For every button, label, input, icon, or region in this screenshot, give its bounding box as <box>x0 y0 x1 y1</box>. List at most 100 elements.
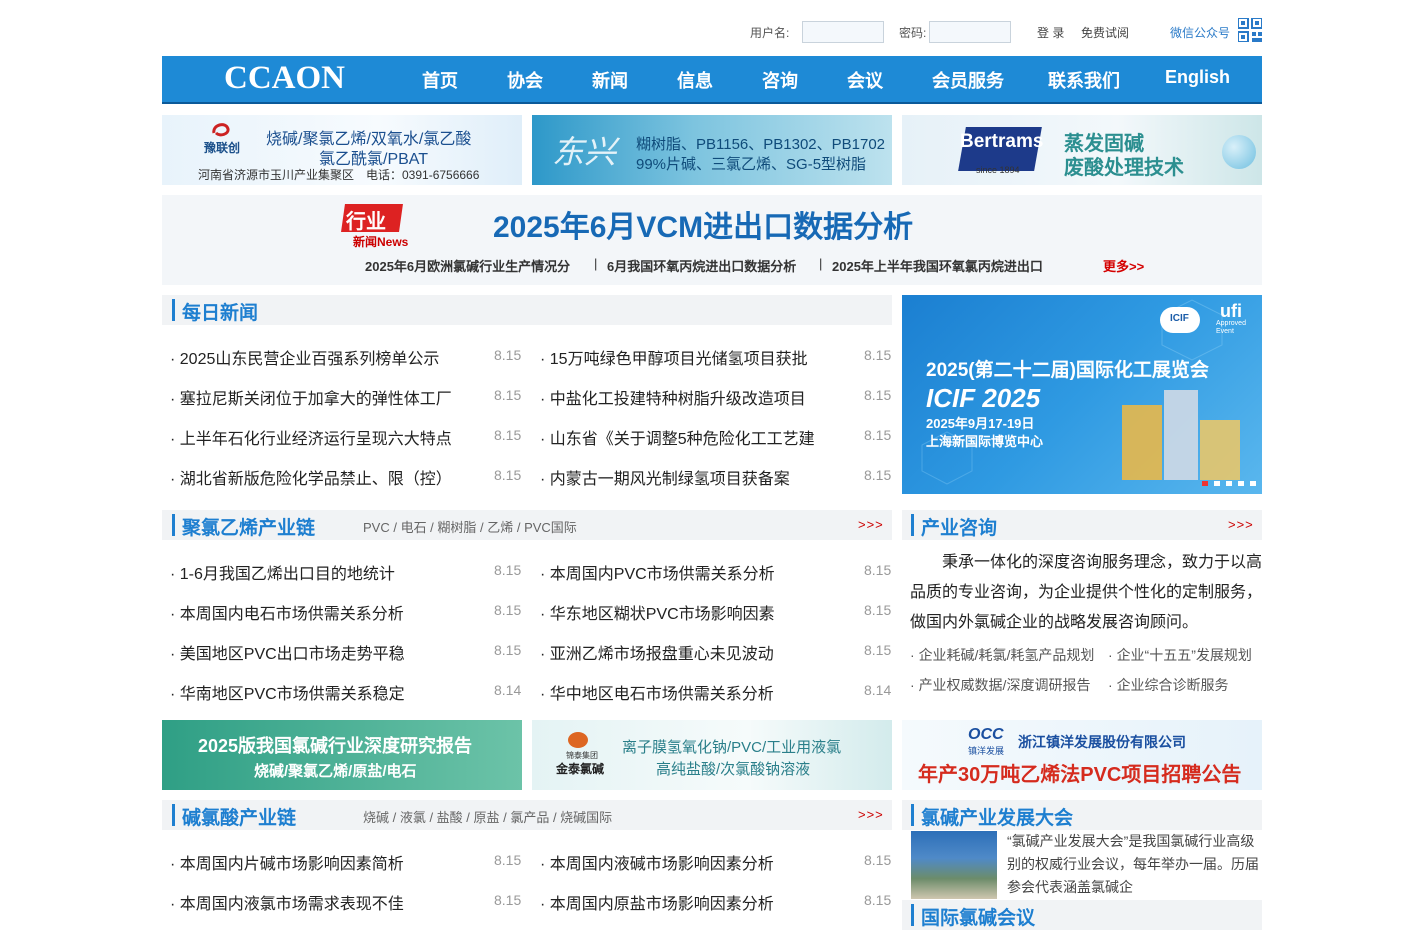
nav-news[interactable]: 新闻 <box>592 67 628 93</box>
nav-english[interactable]: English <box>1165 67 1230 88</box>
news-title: 1-6月我国乙烯出口目的地统计 <box>179 566 395 583</box>
pvc-chain-more[interactable]: >>> <box>858 517 884 532</box>
dongxing-brand: 东兴 <box>552 133 617 171</box>
ad-banner-jintai[interactable]: 锦泰集团 金泰氯碱 离子膜氢氧化钠/PVC/工业用液氯 高纯盐酸/次氯酸钠溶液 <box>532 720 892 790</box>
nav-member-services[interactable]: 会员服务 <box>932 67 1004 93</box>
chlor-news-item[interactable]: · 本周国内片碱市场影响因素简析 <box>170 850 404 874</box>
bertrams-since: since 1894 <box>976 165 1020 175</box>
news-title: 山东省《关于调整5种危险化工工艺建 <box>549 431 815 448</box>
occ-logo: OCC <box>968 726 1004 743</box>
daily-news-item[interactable]: · 中盐化工投建特种树脂升级改造项目 <box>540 385 806 409</box>
ufi-approved: Approved Event <box>1216 320 1246 335</box>
free-trial-link[interactable]: 免费试阅 <box>1081 24 1129 41</box>
username-label: 用户名: <box>750 26 790 40</box>
news-date: 8.15 <box>494 467 522 483</box>
yulianchuang-brand: 豫联创 <box>204 141 241 155</box>
headline-sub-3[interactable]: 2025年上半年我国环氧氯丙烷进出口 <box>832 256 1043 275</box>
industry-tag-text: 行业 <box>346 211 386 233</box>
daily-news-item[interactable]: · 上半年石化行业经济运行呈现六大特点 <box>170 425 452 449</box>
carousel-dot[interactable] <box>1226 481 1232 486</box>
ad2-line2: 99%片碱、三氯乙烯、SG-5型树脂 <box>636 156 867 173</box>
chlor-news-item[interactable]: · 本周国内液碱市场影响因素分析 <box>540 850 774 874</box>
daily-news-item[interactable]: · 15万吨绿色甲醇项目光储氢项目获批 <box>540 345 808 369</box>
ad2-line1: 糊树脂、PB1156、PB1302、PB1702 <box>636 136 886 153</box>
news-date: 8.15 <box>864 427 892 443</box>
conference-photo[interactable] <box>911 831 997 899</box>
consult-link-3[interactable]: · 产业权威数据/深度调研报告 <box>910 675 1090 695</box>
daily-news-item[interactable]: · 山东省《关于调整5种危险化工工艺建 <box>540 425 815 449</box>
chlor-chain-tags[interactable]: 烧碱 / 液氯 / 盐酸 / 原盐 / 氯产品 / 烧碱国际 <box>363 807 612 826</box>
carousel-dot[interactable] <box>1238 481 1244 486</box>
news-title: 2025山东民营企业百强系列榜单公示 <box>179 351 440 368</box>
chlor-news-item[interactable]: · 本周国内原盐市场影响因素分析 <box>540 890 774 914</box>
jintai-brand: 金泰氯碱 <box>556 762 605 776</box>
news-title: 本周国内PVC市场供需关系分析 <box>549 566 775 583</box>
news-date: 8.15 <box>864 602 892 618</box>
ad4-line2: 烧碱/聚氯乙烯/原盐/电石 <box>254 763 417 780</box>
headline-sub-2[interactable]: 6月我国环氧丙烷进出口数据分析 <box>607 256 796 275</box>
news-date: 8.15 <box>864 467 892 483</box>
daily-news-item[interactable]: · 内蒙古一期风光制绿氢项目获备案 <box>540 465 790 489</box>
news-date: 8.15 <box>864 562 892 578</box>
username-input[interactable] <box>802 21 884 43</box>
news-title: 本周国内液氯市场需求表现不佳 <box>179 896 404 913</box>
consulting-description: 秉承一体化的深度咨询服务理念，致力于以高品质的专业咨询，为企业提供个性化的定制服… <box>910 554 1263 631</box>
daily-news-item[interactable]: · 湖北省新版危险化学品禁止、限（控） <box>170 465 452 489</box>
pvc-news-item[interactable]: · 华东地区糊状PVC市场影响因素 <box>540 600 775 624</box>
daily-news-header <box>162 295 892 325</box>
ad-banner-dongxing[interactable]: 东兴 糊树脂、PB1156、PB1302、PB1702 99%片碱、三氯乙烯、S… <box>532 115 892 185</box>
carousel-dot-active[interactable] <box>1202 481 1208 486</box>
carousel-dot[interactable] <box>1214 481 1220 486</box>
pvc-news-item[interactable]: · 亚洲乙烯市场报盘重心未见波动 <box>540 640 774 664</box>
password-input[interactable] <box>929 21 1011 43</box>
site-logo[interactable]: CCAON <box>224 60 345 97</box>
nav-contact[interactable]: 联系我们 <box>1048 67 1120 93</box>
pvc-news-item[interactable]: · 华南地区PVC市场供需关系稳定 <box>170 680 405 704</box>
yulianchuang-logo-icon <box>212 123 230 137</box>
password-label: 密码: <box>899 26 927 40</box>
nav-association[interactable]: 协会 <box>507 67 543 93</box>
intl-conference-title: 国际氯碱会议 <box>921 908 1036 929</box>
bertrams-brand: Bertrams <box>960 131 1044 152</box>
pvc-news-item[interactable]: · 1-6月我国乙烯出口目的地统计 <box>170 560 395 584</box>
pvc-chain-tags[interactable]: PVC / 电石 / 糊树脂 / 乙烯 / PVC国际 <box>363 517 577 536</box>
news-title: 美国地区PVC出口市场走势平稳 <box>179 646 405 663</box>
headline-sub-1[interactable]: 2025年6月欧洲氯碱行业生产情况分 <box>365 256 570 275</box>
qr-code-icon[interactable] <box>1238 18 1262 42</box>
nav-consulting[interactable]: 咨询 <box>762 67 798 93</box>
ad5-line1: 离子膜氢氧化钠/PVC/工业用液氯 <box>622 739 842 756</box>
consulting-more[interactable]: >>> <box>1228 517 1254 532</box>
daily-news-item[interactable]: · 2025山东民营企业百强系列榜单公示 <box>170 345 439 369</box>
ad-banner-research-report[interactable]: 2025版我国氯碱行业深度研究报告 烧碱/聚氯乙烯/原盐/电石 <box>162 720 522 790</box>
daily-news-item[interactable]: · 塞拉尼斯关闭位于加拿大的弹性体工厂 <box>170 385 452 409</box>
login-button[interactable]: 登 录 <box>1037 24 1064 41</box>
consult-link-2[interactable]: · 企业“十五五”发展规划 <box>1108 645 1252 665</box>
chlor-news-item[interactable]: · 本周国内液氯市场需求表现不佳 <box>170 890 404 914</box>
news-title: 湖北省新版危险化学品禁止、限（控） <box>179 471 452 488</box>
nav-conference[interactable]: 会议 <box>847 67 883 93</box>
wechat-link[interactable]: 微信公众号 <box>1170 24 1230 41</box>
nav-home[interactable]: 首页 <box>422 67 458 93</box>
news-title: 本周国内液碱市场影响因素分析 <box>549 856 774 873</box>
icif-expo-banner[interactable]: ICIF ufi Approved Event 2025(第二十二届)国际化工展… <box>902 295 1262 494</box>
pvc-news-item[interactable]: · 本周国内PVC市场供需关系分析 <box>540 560 775 584</box>
chlor-chain-more[interactable]: >>> <box>858 807 884 822</box>
news-date: 8.15 <box>864 892 892 908</box>
ad-banner-bertrams[interactable]: Bertrams since 1894 蒸发固碱 废酸处理技术 <box>902 115 1262 185</box>
pvc-news-item[interactable]: · 本周国内电石市场供需关系分析 <box>170 600 404 624</box>
news-title: 本周国内电石市场供需关系分析 <box>179 606 404 623</box>
pvc-news-item[interactable]: · 华中地区电石市场供需关系分析 <box>540 680 774 704</box>
section-bar <box>911 804 914 826</box>
carousel-dot[interactable] <box>1250 481 1256 486</box>
nav-info[interactable]: 信息 <box>677 67 713 93</box>
ad-banner-yulianchuang[interactable]: 豫联创 烧碱/聚氯乙烯/双氧水/氯乙酸 氯乙酰氯/PBAT 河南省济源市玉川产业… <box>162 115 522 185</box>
ad-banner-zhenyang[interactable]: OCC 镇洋发展 浙江镇洋发展股份有限公司 年产30万吨乙烯法PVC项目招聘公告 <box>902 720 1262 790</box>
pvc-news-item[interactable]: · 美国地区PVC出口市场走势平稳 <box>170 640 405 664</box>
headline-more-link[interactable]: 更多>> <box>1103 256 1144 275</box>
consult-link-1[interactable]: · 企业耗碱/耗氯/耗氢产品规划 <box>910 645 1094 665</box>
news-title: 塞拉尼斯关闭位于加拿大的弹性体工厂 <box>179 391 452 408</box>
news-date: 8.15 <box>864 387 892 403</box>
news-date: 8.15 <box>494 562 522 578</box>
headline-title[interactable]: 2025年6月VCM进出口数据分析 <box>493 202 913 246</box>
consult-link-4[interactable]: · 企业综合诊断服务 <box>1108 675 1229 695</box>
